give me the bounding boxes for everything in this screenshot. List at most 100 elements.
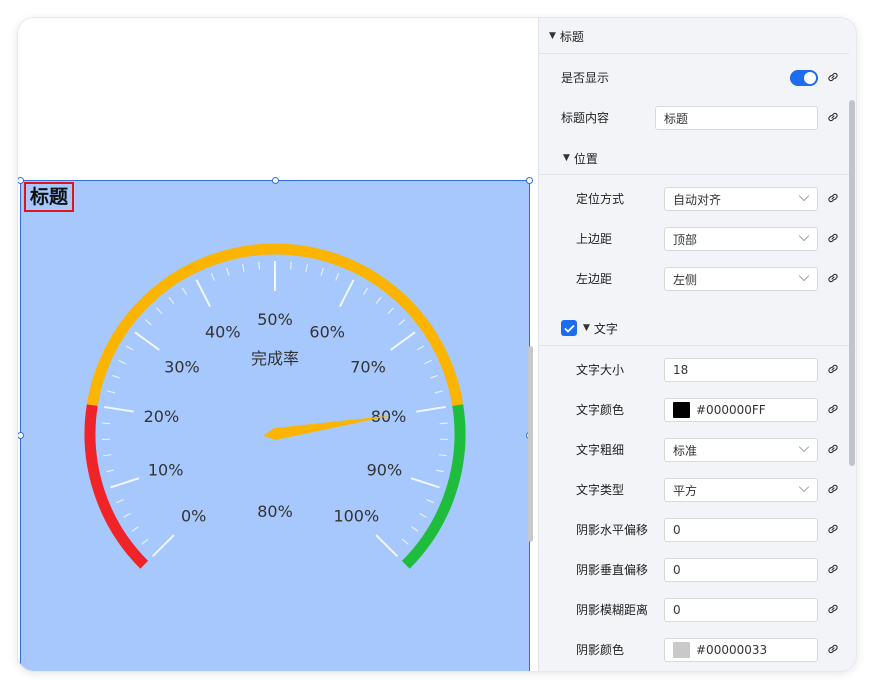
gauge-minor-tick [258, 261, 261, 270]
gauge-major-tick [390, 331, 416, 351]
show-row: 是否显示 [561, 64, 609, 90]
gauge-major-tick [195, 279, 211, 308]
title-content-input[interactable]: 标题 [655, 106, 818, 130]
gauge-tick-label: 0% [181, 506, 206, 525]
shadow-x-row: 阴影水平偏移 [576, 516, 648, 542]
gauge-minor-tick [426, 498, 435, 504]
shadow-color-row: 阴影颜色 [576, 636, 624, 662]
section-text-header[interactable]: ▼ 文字 [583, 310, 856, 346]
section-title-header[interactable]: ▼ 标题 [549, 18, 856, 54]
chevron-down-icon [798, 481, 810, 493]
link-icon[interactable] [826, 362, 840, 376]
top-margin-select[interactable]: 顶部 [664, 227, 818, 251]
gauge-minor-tick [305, 263, 309, 273]
color-swatch[interactable] [673, 642, 690, 658]
title-content-row: 标题内容 [561, 104, 609, 130]
font-color-picker[interactable]: #000000FF [664, 398, 818, 422]
top-margin-label: 上边距 [576, 231, 613, 246]
link-icon[interactable] [826, 602, 840, 616]
font-type-row: 文字类型 [576, 476, 624, 502]
gauge-minor-tick [123, 512, 131, 518]
gauge-minor-tick [411, 526, 419, 532]
shadow-y-input[interactable]: 0 [664, 558, 818, 582]
gauge-major-tick [339, 279, 355, 308]
chevron-down-icon [798, 270, 810, 282]
panel-scrollbar[interactable] [849, 100, 855, 466]
gauge-minor-tick [106, 469, 115, 473]
canvas-scrollbar[interactable] [528, 346, 533, 542]
shadow-x-input[interactable]: 0 [664, 518, 818, 542]
font-type-value: 平方 [673, 483, 698, 498]
font-size-label: 文字大小 [576, 362, 625, 377]
gauge-minor-tick [112, 374, 120, 379]
shadow-blur-input[interactable]: 0 [664, 598, 818, 622]
show-toggle[interactable] [790, 70, 818, 86]
gauge-minor-tick [107, 390, 116, 394]
check-icon [563, 324, 575, 333]
section-position-header[interactable]: ▼ 位置 [563, 140, 856, 176]
gauge-minor-tick [424, 359, 432, 365]
gauge-minor-tick [335, 272, 340, 281]
design-canvas[interactable]: 标题 0% 10% 20% 30% 40% 50% 60% 70% 80% 90% 100% 完成率 8… [18, 18, 538, 671]
font-color-row: 文字颜色 [576, 396, 624, 422]
link-icon[interactable] [826, 70, 840, 84]
link-icon[interactable] [826, 562, 840, 576]
left-margin-label: 左边距 [576, 271, 613, 286]
font-size-row: 文字大小 [576, 356, 624, 382]
gauge-tick-label: 40% [205, 323, 241, 342]
gauge-minor-tick [181, 287, 188, 296]
gauge-widget[interactable]: 标题 0% 10% 20% 30% 40% 50% 60% 70% 80% 90% 100% 完成率 8… [18, 177, 533, 671]
left-margin-select[interactable]: 左侧 [664, 267, 818, 291]
position-mode-select[interactable]: 自动对齐 [664, 187, 818, 211]
shadow-color-picker[interactable]: #00000033 [664, 638, 818, 662]
gauge-major-tick [110, 477, 140, 489]
chevron-down-icon [798, 230, 810, 242]
gauge-tick-label: 30% [164, 357, 200, 376]
link-icon[interactable] [826, 191, 840, 205]
font-type-label: 文字类型 [576, 482, 625, 497]
font-weight-value: 标准 [673, 443, 698, 458]
gauge-minor-tick [102, 422, 111, 425]
shadow-blur-row: 阴影模糊距离 [576, 596, 648, 622]
gauge-major-tick [416, 405, 447, 413]
gauge-chart: 0% 10% 20% 30% 40% 50% 60% 70% 80% 90% 100% 完成率 80% [84, 243, 466, 569]
gauge-minor-tick [118, 359, 126, 365]
link-icon[interactable] [826, 271, 840, 285]
link-icon[interactable] [826, 442, 840, 456]
font-weight-row: 文字粗细 [576, 436, 624, 462]
app-frame: 标题 0% 10% 20% 30% 40% 50% 60% 70% 80% 90% 100% 完成率 8… [18, 18, 856, 671]
font-weight-label: 文字粗细 [576, 442, 625, 457]
gauge-minor-tick [416, 345, 425, 351]
gauge-tick-label: 100% [333, 506, 379, 525]
link-icon[interactable] [826, 642, 840, 656]
section-title-label: 标题 [559, 29, 584, 44]
divider [539, 345, 849, 346]
link-icon[interactable] [826, 402, 840, 416]
shadow-color-label: 阴影颜色 [576, 642, 625, 657]
text-enable-checkbox[interactable] [561, 320, 577, 336]
gauge-minor-tick [115, 498, 124, 504]
collapse-triangle-icon: ▼ [549, 31, 556, 41]
gauge-minor-tick [156, 307, 163, 315]
link-icon[interactable] [826, 522, 840, 536]
top-margin-row: 上边距 [576, 225, 612, 251]
font-size-input[interactable]: 18 [664, 358, 818, 382]
position-mode-row: 定位方式 [576, 185, 624, 211]
section-text-label: 文字 [593, 321, 618, 336]
link-icon[interactable] [826, 110, 840, 124]
gauge-minor-tick [141, 538, 149, 545]
shadow-y-label: 阴影垂直偏移 [576, 562, 649, 577]
gauge-minor-tick [387, 307, 394, 315]
left-margin-value: 左侧 [673, 272, 698, 287]
color-swatch[interactable] [673, 402, 690, 418]
link-icon[interactable] [826, 482, 840, 496]
gauge-minor-tick [168, 296, 175, 304]
link-icon[interactable] [826, 231, 840, 245]
font-weight-select[interactable]: 标准 [664, 438, 818, 462]
gauge-major-tick [134, 331, 160, 351]
gauge-tick-label: 50% [257, 310, 293, 329]
shadow-y-row: 阴影垂直偏移 [576, 556, 648, 582]
font-type-select[interactable]: 平方 [664, 478, 818, 502]
collapse-triangle-icon: ▼ [583, 323, 590, 333]
gauge-major-tick [410, 477, 440, 489]
